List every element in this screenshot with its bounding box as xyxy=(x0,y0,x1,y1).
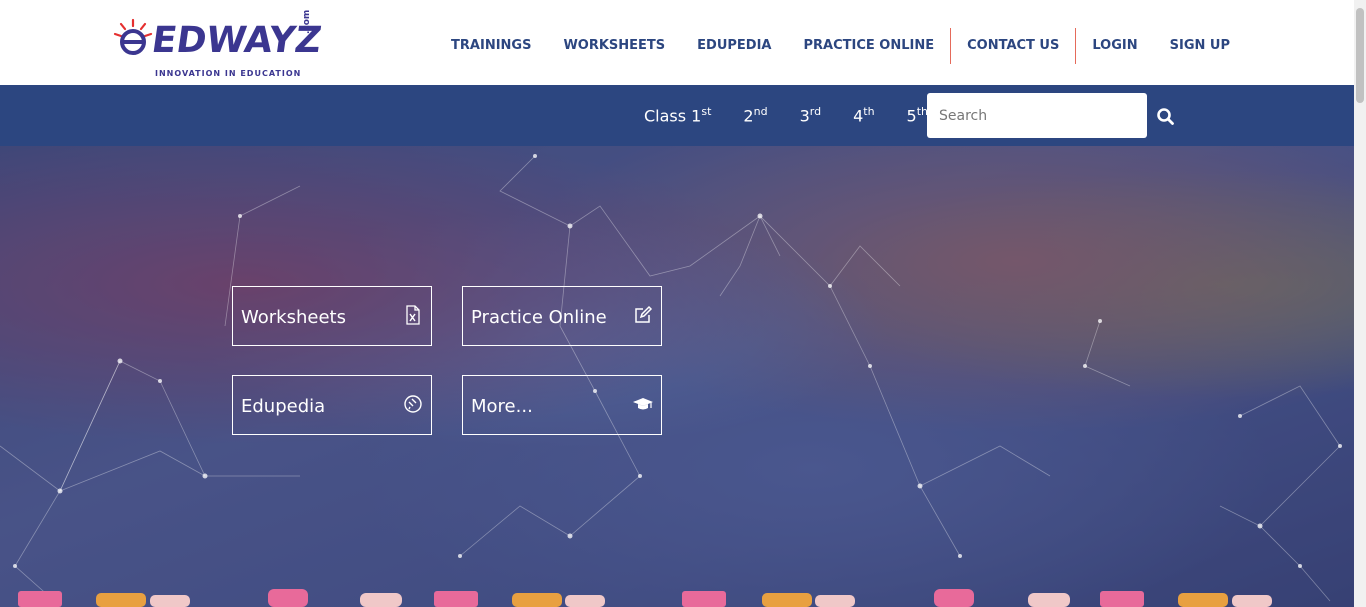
class-label: 2 xyxy=(743,106,754,126)
logo-wordmark: EDWAYZ xyxy=(149,20,325,61)
page-scrollbar[interactable] xyxy=(1354,0,1366,607)
pencil-characters-decoration xyxy=(18,589,1272,607)
class-1-link[interactable]: Class 1st xyxy=(628,105,727,125)
logo-e-icon xyxy=(113,18,153,55)
class-label: 5 xyxy=(906,106,917,126)
logo-tagline: INNOVATION IN EDUCATION xyxy=(155,69,302,78)
nav-edupedia[interactable]: EDUPEDIA xyxy=(681,28,787,64)
graduation-cap-icon xyxy=(633,398,653,410)
class-label: Class 1 xyxy=(644,106,702,126)
search-input[interactable] xyxy=(927,93,1147,138)
nav-worksheets[interactable]: WORKSHEETS xyxy=(547,28,681,64)
nav-sign-up[interactable]: SIGN UP xyxy=(1154,28,1246,64)
top-header: EDWAYZ .com INNOVATION IN EDUCATION TRAI… xyxy=(0,0,1366,85)
class-label: 3 xyxy=(799,106,810,126)
class-label: 4 xyxy=(853,106,864,126)
more-tile[interactable]: More... xyxy=(462,375,662,435)
worksheets-tile[interactable]: Worksheets xyxy=(232,286,432,346)
nav-trainings[interactable]: TRAININGS xyxy=(435,28,547,64)
scrollbar-thumb[interactable] xyxy=(1356,8,1364,103)
class-search-bar: Class 1st 2nd 3rd 4th 5 th xyxy=(0,85,1354,146)
class-4-link[interactable]: 4th xyxy=(837,105,890,125)
class-2-link[interactable]: 2nd xyxy=(727,105,783,125)
nav-login[interactable]: LOGIN xyxy=(1076,28,1153,64)
edupedia-tile[interactable]: Edupedia xyxy=(232,375,432,435)
tile-label: Worksheets xyxy=(241,307,346,328)
tile-label: Practice Online xyxy=(471,307,607,328)
class-suffix: th xyxy=(863,105,875,119)
class-suffix: nd xyxy=(753,105,768,119)
class-selector: Class 1st 2nd 3rd 4th 5 th xyxy=(628,85,944,146)
tile-label: More... xyxy=(471,396,533,417)
edit-icon xyxy=(635,305,653,323)
class-suffix: st xyxy=(701,105,712,119)
logo-suffix: .com xyxy=(302,9,312,34)
main-nav: TRAININGS WORKSHEETS EDUPEDIA PRACTICE O… xyxy=(435,28,1246,64)
hero-banner: Worksheets Practice Online Edupedia More… xyxy=(0,146,1354,607)
nav-practice-online[interactable]: PRACTICE ONLINE xyxy=(788,28,951,64)
practice-online-tile[interactable]: Practice Online xyxy=(462,286,662,346)
nav-contact-us[interactable]: CONTACT US xyxy=(951,28,1075,64)
satellite-icon xyxy=(404,395,422,413)
tile-label: Edupedia xyxy=(241,396,326,417)
excel-file-icon xyxy=(406,305,420,325)
class-suffix: rd xyxy=(809,105,822,119)
search-icon[interactable] xyxy=(1154,105,1178,129)
edwayz-logo[interactable]: EDWAYZ .com INNOVATION IN EDUCATION xyxy=(112,9,325,82)
class-3-link[interactable]: 3rd xyxy=(784,105,838,125)
constellation-network-decoration xyxy=(0,154,1342,607)
